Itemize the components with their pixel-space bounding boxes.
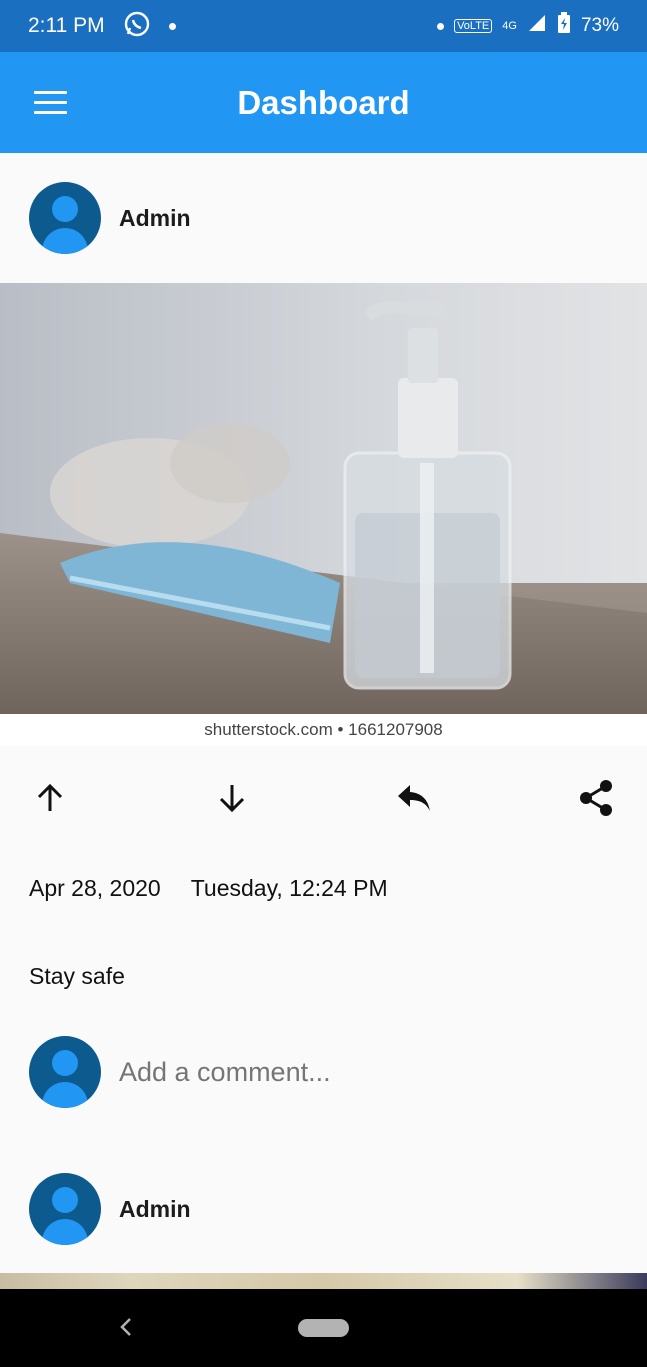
post-date: Apr 28, 2020 [29,875,161,901]
comment-row [29,1036,599,1108]
arrow-down-icon [219,785,245,813]
post-actions [0,760,647,836]
app-bar: Dashboard [0,52,647,153]
menu-icon[interactable] [34,91,67,115]
status-time: 2:11 PM [28,14,105,37]
avatar[interactable] [29,182,101,254]
share-button[interactable] [574,776,618,820]
downvote-button[interactable] [210,776,254,820]
avatar [29,1036,101,1108]
signal-icon [527,13,547,39]
navigation-bar [0,1289,647,1367]
comment-input[interactable] [119,1056,599,1088]
post-caption: Stay safe [29,963,125,989]
network-type: 4G [502,20,517,32]
whatsapp-icon [123,10,151,43]
post-author[interactable]: Admin [119,205,191,232]
reply-button[interactable] [392,776,436,820]
status-bar: 2:11 PM VoLTE 4G 73% [0,0,647,52]
post-day-time: Tuesday, 12:24 PM [190,875,388,901]
notification-dot-icon [437,22,445,30]
upvote-button[interactable] [28,776,72,820]
post-header: Admin [29,1173,191,1245]
home-pill-icon[interactable] [298,1319,349,1337]
post-timestamp: Apr 28, 2020 Tuesday, 12:24 PM [29,875,388,902]
share-icon [580,780,612,816]
battery-level: 73% [580,15,619,36]
reply-icon [398,785,430,811]
next-post-image[interactable] [0,1273,647,1289]
notification-dot-icon [168,22,176,30]
arrow-up-icon [37,783,63,811]
back-icon[interactable] [112,1313,140,1341]
post-image[interactable]: shutterstock.com • 1661207908 [0,283,647,746]
battery-icon [557,12,571,40]
avatar[interactable] [29,1173,101,1245]
sanitizer-photo [0,283,647,714]
image-watermark: shutterstock.com • 1661207908 [0,714,647,746]
volte-icon: VoLTE [454,19,493,33]
post-author[interactable]: Admin [119,1196,191,1223]
post-header: Admin [0,153,647,283]
page-title: Dashboard [237,83,410,121]
